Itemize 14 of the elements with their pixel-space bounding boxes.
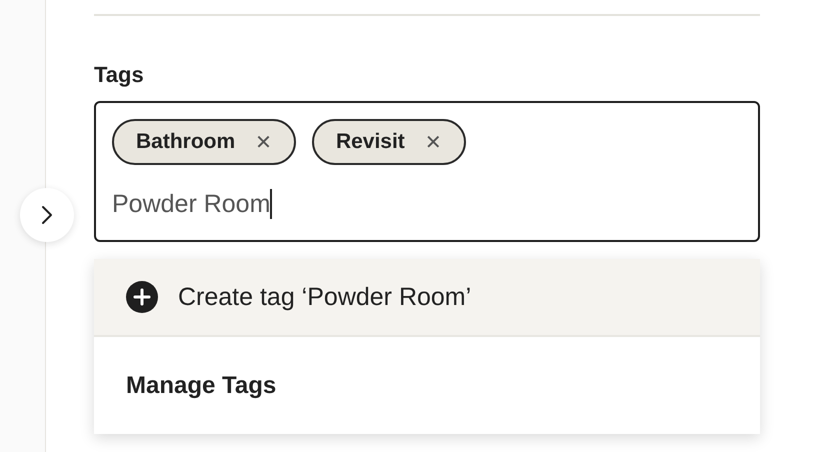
tag-label: Revisit bbox=[336, 130, 405, 154]
menu-item[interactable]: Create tag ‘Powder Room’ bbox=[94, 259, 760, 337]
remove-tag-button[interactable]: ✕ bbox=[255, 132, 272, 152]
tag-label: Bathroom bbox=[136, 130, 236, 154]
chevron-right-icon bbox=[41, 205, 53, 225]
text-cursor bbox=[270, 189, 272, 219]
typed-text: Powder Room bbox=[112, 190, 270, 218]
create-tag-label: Create tag ‘Powder Room’ bbox=[178, 282, 472, 312]
remove-tag-button[interactable]: ✕ bbox=[424, 132, 442, 152]
manage-tags-label: Manage Tags bbox=[126, 372, 276, 400]
tags-input-field[interactable]: Bathroom ✕ Revisit ✕ Powder Room bbox=[94, 101, 760, 242]
field-label: Tags bbox=[94, 62, 145, 88]
add-icon bbox=[126, 281, 158, 313]
menu-item[interactable]: Manage Tags bbox=[94, 337, 760, 434]
